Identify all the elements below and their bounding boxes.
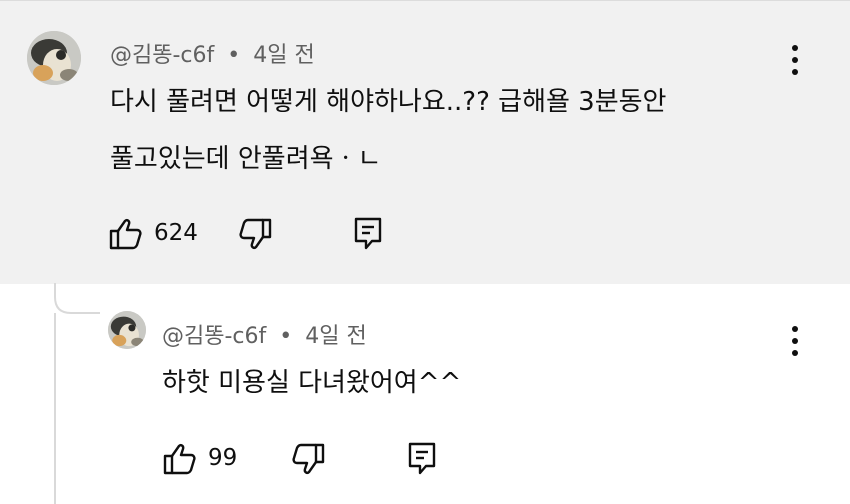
- reply-text: 하핫 미용실 다녀왔어여^^: [162, 368, 462, 398]
- comment-text-line-2: 풀고있는데 안풀려욕ㆍㄴ: [110, 144, 382, 174]
- comment-text-line-1: 다시 풀려면 어떻게 해야하나요..?? 급해욜 3분동안: [110, 87, 667, 117]
- more-vertical-icon[interactable]: [789, 326, 801, 356]
- reply-icon: [408, 442, 436, 475]
- meta-separator: •: [227, 43, 241, 68]
- reply-like-count: 99: [208, 445, 238, 471]
- thumbs-down-icon: [239, 218, 272, 249]
- reply-reply-button[interactable]: [406, 440, 438, 476]
- meta-separator: •: [279, 324, 293, 349]
- comment-meta: @김똥-c6f • 4일 전: [110, 37, 315, 69]
- thread-connector: [54, 283, 100, 504]
- comment-time[interactable]: 4일 전: [253, 43, 314, 68]
- reply-icon: [354, 217, 382, 250]
- more-vertical-icon[interactable]: [789, 45, 801, 75]
- avatar[interactable]: [27, 31, 81, 85]
- like-count: 624: [154, 220, 198, 246]
- reply-meta: @김똥-c6f • 4일 전: [162, 318, 367, 350]
- reply-dislike-button[interactable]: [290, 441, 326, 477]
- thumbs-down-icon: [292, 443, 325, 474]
- reply-author[interactable]: @김똥-c6f: [162, 324, 266, 349]
- thumbs-up-icon: [163, 444, 196, 475]
- comment-author[interactable]: @김똥-c6f: [110, 43, 214, 68]
- highlighted-comment: @김똥-c6f • 4일 전 다시 풀려면 어떻게 해야하나요..?? 급해욜 …: [0, 0, 850, 284]
- avatar-image: [27, 31, 81, 85]
- reply-button[interactable]: [352, 215, 384, 251]
- dislike-button[interactable]: [237, 216, 273, 252]
- reply-time[interactable]: 4일 전: [305, 324, 366, 349]
- reply-avatar[interactable]: [108, 311, 146, 349]
- avatar-image: [108, 311, 146, 349]
- like-button[interactable]: [108, 216, 144, 252]
- reply-like-button[interactable]: [162, 441, 198, 477]
- thumbs-up-icon: [109, 219, 142, 250]
